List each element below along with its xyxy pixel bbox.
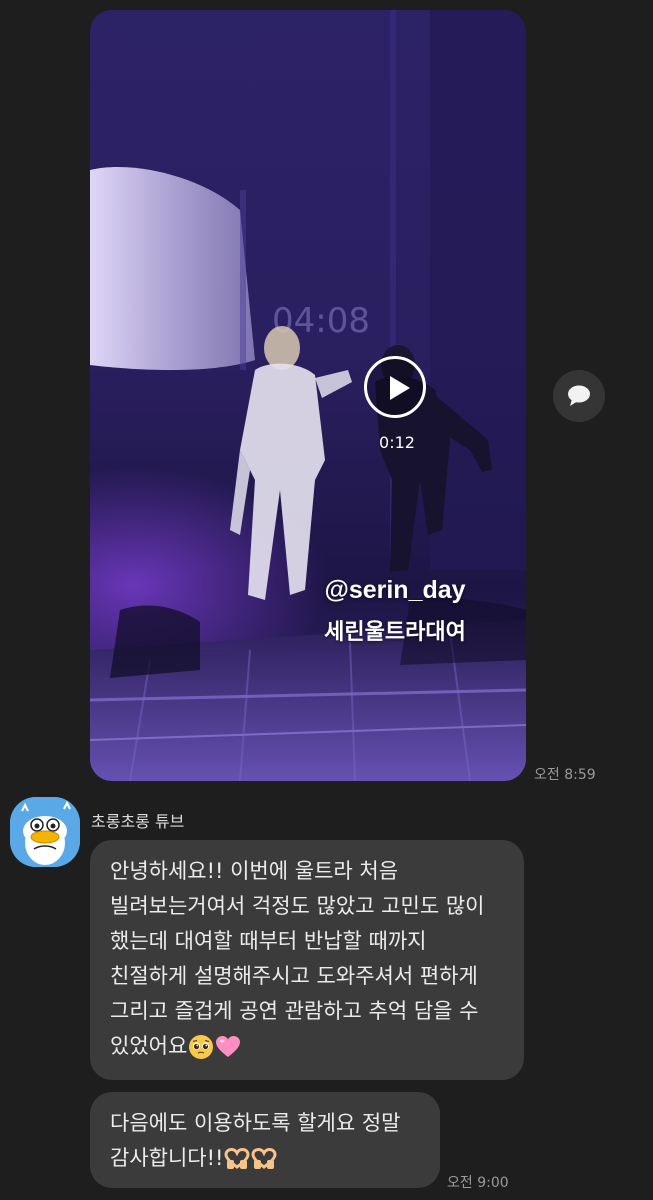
message-line-last: 있었어요 [110, 1029, 504, 1064]
watermark-handle: @serin_day [324, 576, 466, 604]
message-line-last: 감사합니다!! [110, 1141, 420, 1176]
video-message[interactable]: 04:08 0:12 @serin_day 세린울트라대여 [90, 10, 526, 781]
avatar[interactable] [10, 797, 80, 867]
message-time: 오전 9:00 [447, 1175, 509, 1191]
play-icon [390, 376, 410, 400]
message-line: 그리고 즐겁게 공연 관람하고 추억 담을 수 [110, 999, 479, 1023]
comment-icon [568, 385, 590, 406]
message-line: 친절하게 설명해주시고 도와주셔서 편하게 [110, 964, 478, 988]
sender-name: 초롱초롱 튜브 [91, 812, 185, 831]
chat-bubble[interactable]: 다음에도 이용하도록 할게요 정말 감사합니다!! [90, 1092, 440, 1188]
chat-bubble[interactable]: 안녕하세요!! 이번에 울트라 처음 빌려보는거여서 걱정도 많았고 고민도 많… [90, 840, 524, 1080]
message-line: 했는데 대여할 때부터 반납할 때까지 [110, 929, 427, 953]
message-text: 있었어요 [110, 1034, 188, 1058]
heart-hands-emoji [224, 1148, 250, 1169]
play-button[interactable] [364, 356, 426, 418]
video-duration: 0:12 [379, 433, 415, 452]
video-thumbnail: 04:08 [90, 10, 526, 781]
message-text: 감사합니다!! [110, 1146, 224, 1170]
comment-button[interactable] [553, 370, 605, 422]
tube-character-icon [10, 797, 80, 867]
message-time: 오전 8:59 [534, 767, 596, 783]
heart-hands-emoji [251, 1148, 277, 1169]
pleading-face-emoji [189, 1035, 214, 1059]
message-line: 빌려보는거여서 걱정도 많았고 고민도 많이 [110, 894, 485, 918]
message-line: 다음에도 이용하도록 할게요 정말 [110, 1111, 401, 1135]
watermark-name: 세린울트라대여 [324, 620, 466, 645]
message-line: 안녕하세요!! 이번에 울트라 처음 [110, 859, 399, 883]
pink-heart-emoji [216, 1036, 241, 1057]
